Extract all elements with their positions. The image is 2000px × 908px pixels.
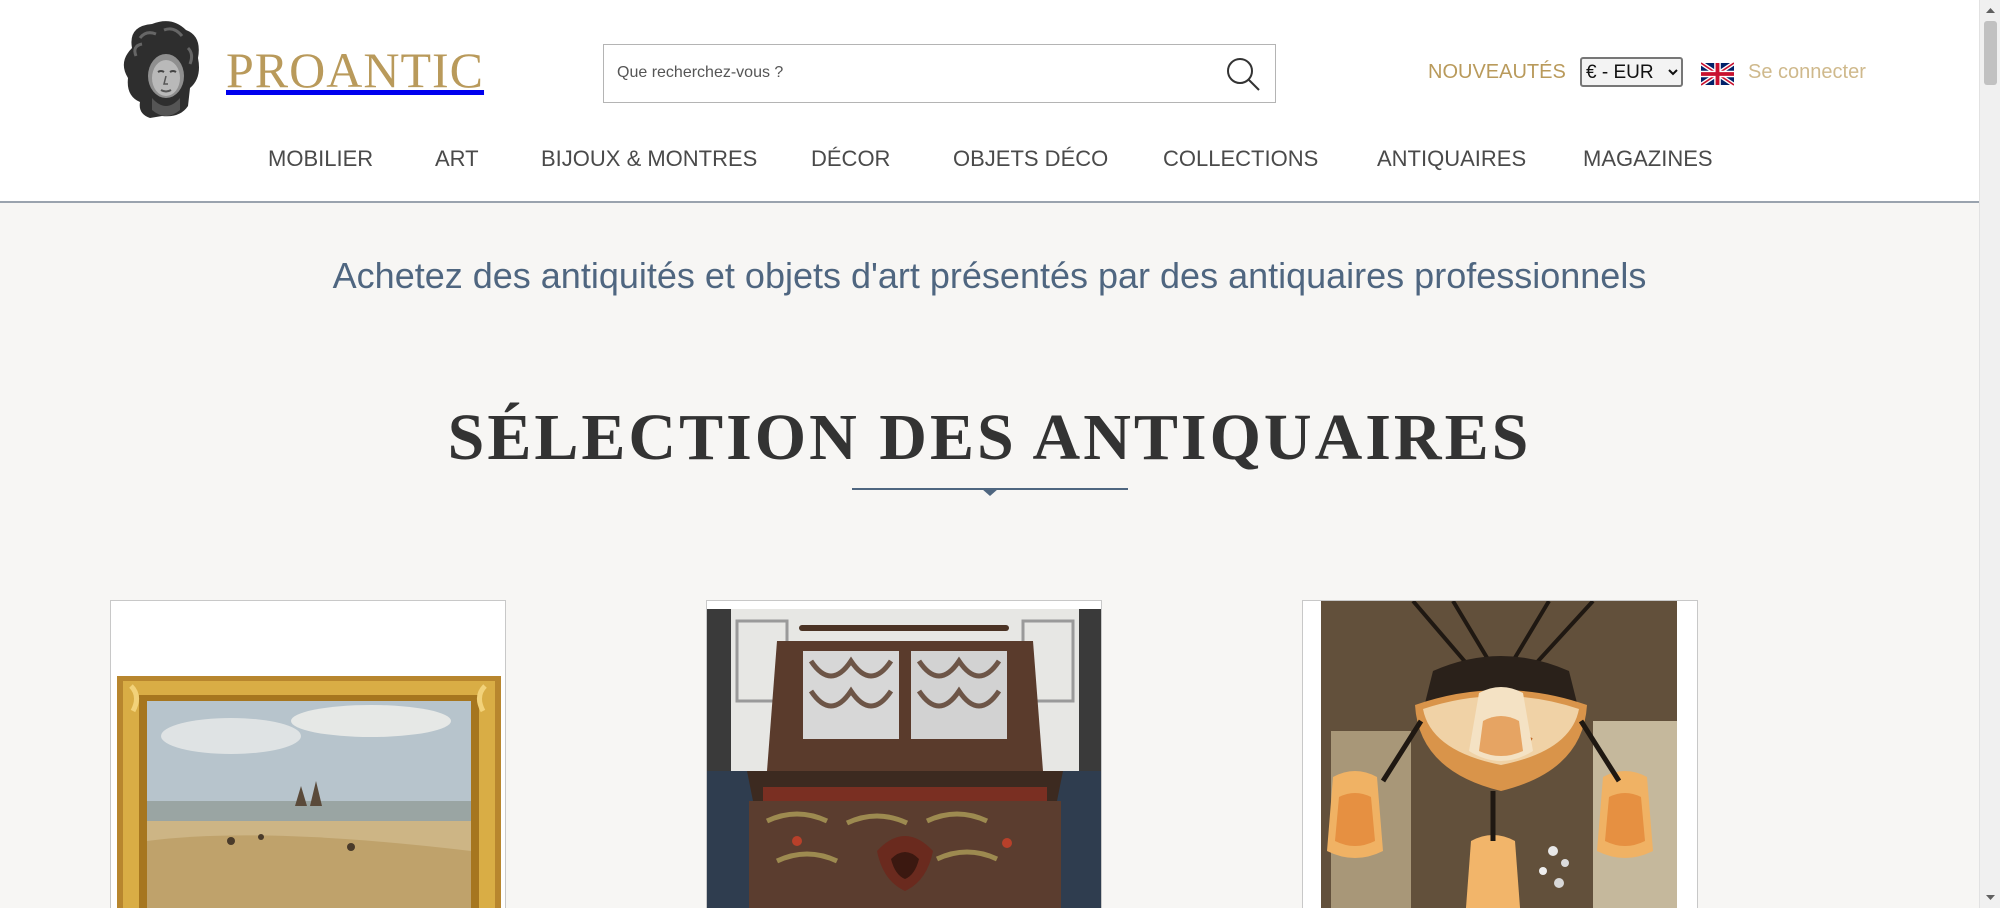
- product-card-chest[interactable]: [706, 600, 1102, 908]
- uk-flag-icon[interactable]: [1701, 62, 1734, 86]
- main-nav: MOBILIER ART BIJOUX & MONTRES DÉCOR OBJE…: [0, 146, 1979, 182]
- logo-text: PROANTIC: [226, 42, 485, 98]
- search-button[interactable]: [1223, 54, 1263, 94]
- logo[interactable]: PROANTIC: [110, 18, 484, 122]
- search-bar: [603, 44, 1276, 103]
- scrollbar-thumb[interactable]: [1984, 21, 1997, 85]
- login-link[interactable]: Se connecter: [1748, 61, 1866, 84]
- page-tagline: Achetez des antiquités et objets d'art p…: [332, 255, 1647, 296]
- product-image-painting: [111, 601, 505, 908]
- nouveautes-link[interactable]: NOUVEAUTÉS: [1428, 61, 1566, 84]
- product-card-painting[interactable]: [110, 600, 506, 908]
- nav-item-collections[interactable]: COLLECTIONS: [1163, 146, 1318, 172]
- search-icon: [1227, 58, 1260, 91]
- nav-item-magazines[interactable]: MAGAZINES: [1583, 146, 1713, 172]
- bust-logo-icon: [123, 21, 199, 118]
- site-header: PROANTIC NOUVEAUTÉS € - EUR Se connecter…: [0, 0, 1979, 203]
- product-image-chest: [707, 601, 1101, 908]
- nav-item-antiquaires[interactable]: ANTIQUAIRES: [1377, 146, 1526, 172]
- nav-item-art[interactable]: ART: [435, 146, 479, 172]
- product-image-chandelier: [1303, 601, 1697, 908]
- product-card-chandelier[interactable]: [1302, 600, 1698, 908]
- nav-item-objets-deco[interactable]: OBJETS DÉCO: [953, 146, 1108, 172]
- nav-item-decor[interactable]: DÉCOR: [811, 146, 890, 172]
- scroll-up-arrow-icon[interactable]: [1980, 2, 2000, 19]
- title-divider: [852, 488, 1128, 496]
- page-scrollbar[interactable]: [1979, 0, 2000, 908]
- nav-item-mobilier[interactable]: MOBILIER: [268, 146, 373, 172]
- scroll-down-arrow-icon[interactable]: [1980, 889, 2000, 906]
- nav-item-bijoux-montres[interactable]: BIJOUX & MONTRES: [541, 146, 757, 172]
- section-title: SÉLECTION DES ANTIQUAIRES: [447, 401, 1532, 474]
- search-input[interactable]: [604, 45, 1204, 101]
- currency-select[interactable]: € - EUR: [1580, 57, 1683, 87]
